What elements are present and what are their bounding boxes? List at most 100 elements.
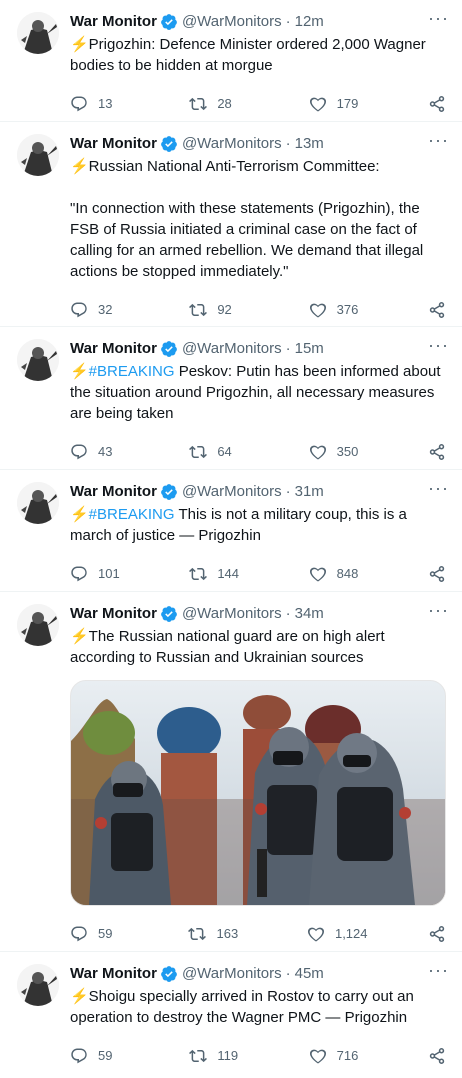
retweet-count: 28 [217, 96, 232, 111]
heart-icon [309, 303, 326, 318]
timestamp[interactable]: 15m [295, 339, 324, 359]
share-icon [429, 926, 445, 942]
heart-icon [309, 1049, 326, 1064]
retweet-button[interactable]: 64 [189, 443, 247, 461]
share-icon [429, 566, 445, 582]
author-handle[interactable]: @WarMonitors [182, 964, 282, 984]
verified-badge-icon [161, 966, 177, 982]
tweet-actions: 59 119 716 [70, 1036, 446, 1076]
reply-icon [71, 566, 87, 582]
heart-icon [309, 445, 326, 460]
share-button[interactable] [428, 1047, 446, 1065]
tweet[interactable]: War Monitor @WarMonitors · 13m ··· ⚡Russ… [0, 122, 462, 327]
retweet-icon [189, 567, 208, 581]
hashtag-link[interactable]: ⚡#BREAKING [70, 506, 175, 523]
reply-button[interactable]: 101 [70, 565, 128, 583]
like-count: 1,124 [334, 926, 368, 941]
reply-button[interactable]: 59 [70, 1047, 128, 1065]
author-name[interactable]: War Monitor [70, 12, 157, 32]
share-button[interactable] [428, 925, 446, 943]
separator: · [285, 605, 291, 622]
reply-count: 59 [98, 926, 113, 941]
timestamp[interactable]: 31m [295, 482, 324, 502]
retweet-button[interactable]: 144 [189, 565, 247, 583]
tweet[interactable]: War Monitor @WarMonitors · 31m ··· ⚡#BRE… [0, 470, 462, 592]
share-icon [429, 444, 445, 460]
more-options-icon[interactable]: ··· [428, 961, 448, 982]
author-name[interactable]: War Monitor [70, 964, 157, 984]
tweet[interactable]: War Monitor @WarMonitors · 34m ··· ⚡The … [0, 592, 462, 952]
reply-button[interactable]: 13 [70, 95, 128, 113]
more-options-icon[interactable]: ··· [428, 131, 448, 152]
retweet-icon [188, 927, 207, 941]
like-count: 376 [336, 302, 359, 317]
verified-badge-icon [161, 484, 177, 500]
like-button[interactable]: 179 [309, 95, 367, 113]
like-count: 716 [336, 1048, 359, 1063]
author-handle[interactable]: @WarMonitors [182, 604, 282, 624]
tweet-text: ⚡The Russian national guard are on high … [70, 628, 389, 666]
timestamp[interactable]: 34m [295, 604, 324, 624]
author-name[interactable]: War Monitor [70, 604, 157, 624]
avatar[interactable] [17, 604, 59, 646]
more-options-icon[interactable]: ··· [428, 479, 448, 500]
author-handle[interactable]: @WarMonitors [182, 12, 282, 32]
reply-button[interactable]: 32 [70, 301, 128, 319]
like-button[interactable]: 350 [309, 443, 367, 461]
like-button[interactable]: 848 [309, 565, 367, 583]
tweet-text: ⚡Shoigu specially arrived in Rostov to c… [70, 988, 419, 1026]
like-button[interactable]: 1,124 [307, 925, 368, 943]
reply-button[interactable]: 59 [70, 925, 128, 943]
tweet-actions: 59 163 1,124 [70, 914, 446, 954]
avatar[interactable] [17, 339, 59, 381]
timestamp[interactable]: 13m [295, 134, 324, 154]
timestamp[interactable]: 45m [295, 964, 324, 984]
author-handle[interactable]: @WarMonitors [182, 339, 282, 359]
tweet-actions: 13 28 179 [70, 84, 446, 124]
tweet-text: ⚡#BREAKING This is not a military coup, … [70, 504, 446, 546]
share-button[interactable] [428, 95, 446, 113]
tweet[interactable]: War Monitor @WarMonitors · 45m ··· ⚡Shoi… [0, 952, 462, 1078]
author-handle[interactable]: @WarMonitors [182, 482, 282, 502]
tweet-header: War Monitor @WarMonitors · 45m [70, 964, 446, 984]
author-name[interactable]: War Monitor [70, 339, 157, 359]
separator: · [285, 135, 291, 152]
like-button[interactable]: 716 [309, 1047, 367, 1065]
retweet-button[interactable]: 28 [189, 95, 247, 113]
author-name[interactable]: War Monitor [70, 134, 157, 154]
retweet-count: 64 [217, 444, 232, 459]
share-icon [429, 302, 445, 318]
author-name[interactable]: War Monitor [70, 482, 157, 502]
avatar[interactable] [17, 134, 59, 176]
share-button[interactable] [428, 565, 446, 583]
tweet-header: War Monitor @WarMonitors · 34m [70, 604, 446, 624]
more-options-icon[interactable]: ··· [428, 336, 448, 357]
tweet-actions: 32 92 376 [70, 290, 446, 330]
tweet-text: ⚡#BREAKING Peskov: Putin has been inform… [70, 361, 446, 424]
share-button[interactable] [428, 301, 446, 319]
reply-button[interactable]: 43 [70, 443, 128, 461]
author-handle[interactable]: @WarMonitors [182, 134, 282, 154]
hashtag-link[interactable]: ⚡#BREAKING [70, 363, 175, 380]
separator: · [285, 483, 291, 500]
tweet[interactable]: War Monitor @WarMonitors · 12m ··· ⚡Prig… [0, 0, 462, 122]
avatar[interactable] [17, 482, 59, 524]
more-options-icon[interactable]: ··· [428, 9, 448, 30]
reply-count: 59 [98, 1048, 113, 1063]
reply-icon [71, 302, 87, 318]
retweet-button[interactable]: 119 [189, 1047, 247, 1065]
verified-badge-icon [161, 606, 177, 622]
like-count: 848 [336, 566, 359, 581]
more-options-icon[interactable]: ··· [428, 601, 448, 622]
avatar[interactable] [17, 964, 59, 1006]
timestamp[interactable]: 12m [295, 12, 324, 32]
reply-count: 43 [98, 444, 113, 459]
retweet-button[interactable]: 92 [189, 301, 247, 319]
share-button[interactable] [428, 443, 446, 461]
like-button[interactable]: 376 [309, 301, 367, 319]
retweet-count: 92 [217, 302, 232, 317]
avatar[interactable] [17, 12, 59, 54]
retweet-button[interactable]: 163 [188, 925, 246, 943]
tweet-image[interactable] [70, 680, 446, 906]
tweet[interactable]: War Monitor @WarMonitors · 15m ··· ⚡#BRE… [0, 327, 462, 470]
